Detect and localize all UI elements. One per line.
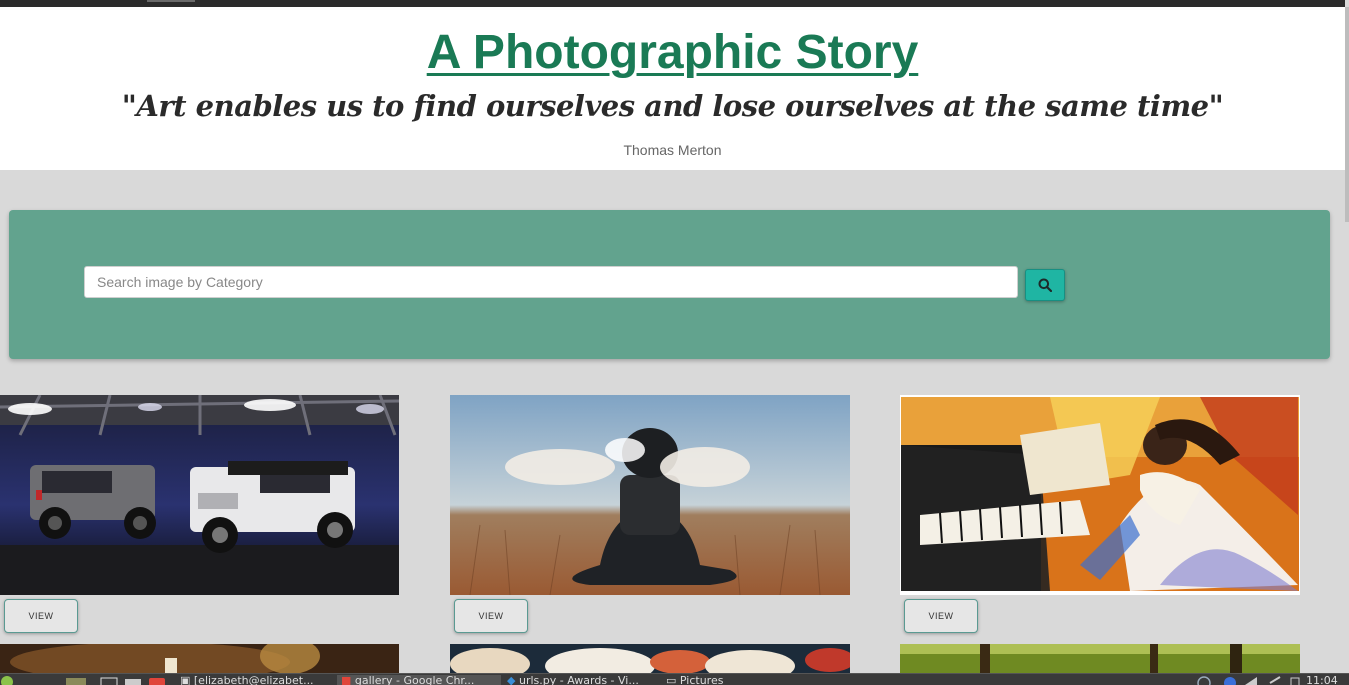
- view-button[interactable]: VIEW: [904, 599, 978, 633]
- page-title[interactable]: A Photographic Story: [0, 25, 1345, 80]
- gallery-image-food-table[interactable]: [450, 644, 850, 673]
- search-panel: [9, 210, 1330, 359]
- quote-author: Thomas Merton: [623, 142, 722, 158]
- browser-top-bar: [0, 0, 1345, 7]
- page-header: A Photographic Story "Art enables us to …: [0, 7, 1345, 170]
- page-quote: "Art enables us to find ourselves and lo…: [121, 89, 1224, 123]
- gallery-image-piano-painting[interactable]: [900, 395, 1300, 595]
- view-button[interactable]: VIEW: [4, 599, 78, 633]
- gallery-image-green-trees[interactable]: [900, 644, 1300, 673]
- gallery-image-jeeps[interactable]: [0, 395, 399, 595]
- view-button[interactable]: VIEW: [454, 599, 528, 633]
- tab-indicator: [147, 0, 195, 2]
- gallery-image-person-field[interactable]: [450, 395, 850, 595]
- os-taskbar: ▣ [elizabeth@elizabet... ■ gallery - Goo…: [0, 673, 1349, 685]
- search-icon: [1038, 278, 1052, 292]
- gallery-image-coffee[interactable]: [0, 644, 399, 673]
- search-button[interactable]: [1025, 269, 1065, 301]
- scrollbar[interactable]: [1345, 7, 1349, 222]
- search-input[interactable]: [84, 266, 1018, 298]
